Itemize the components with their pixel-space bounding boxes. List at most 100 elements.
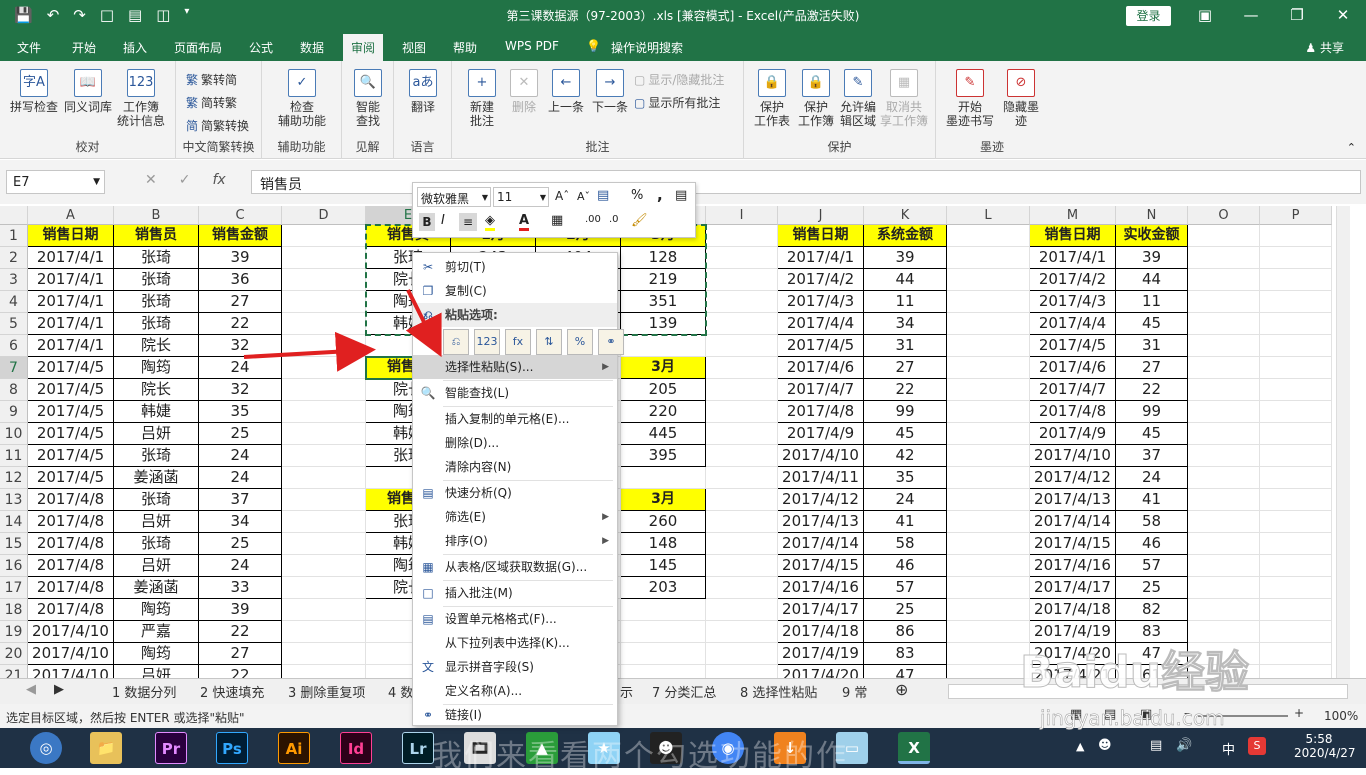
- grid-cell[interactable]: [282, 555, 366, 577]
- login-button[interactable]: 登录: [1126, 6, 1171, 26]
- table-cell[interactable]: 2017/4/10: [28, 643, 114, 665]
- table-cell[interactable]: 205: [621, 379, 706, 401]
- menu-item-cut[interactable]: ✂ 剪切(T): [413, 255, 617, 279]
- paste-formulas-icon[interactable]: fx: [505, 329, 531, 355]
- ribbon-display-icon[interactable]: ▣: [1182, 0, 1228, 32]
- table-cell[interactable]: 58: [1116, 511, 1188, 533]
- grid-cell[interactable]: [282, 489, 366, 511]
- grid-cell[interactable]: [282, 225, 366, 247]
- grid-cell[interactable]: [282, 313, 366, 335]
- table-cell[interactable]: 34: [199, 511, 282, 533]
- sheet-tab[interactable]: 4 数: [388, 682, 413, 701]
- table-cell[interactable]: 销售日期: [778, 225, 864, 247]
- table-cell[interactable]: 22: [199, 621, 282, 643]
- grid-cell[interactable]: [1260, 599, 1332, 621]
- table-cell[interactable]: 2017/4/5: [28, 467, 114, 489]
- table-cell[interactable]: 46: [1116, 533, 1188, 555]
- table-cell[interactable]: 260: [621, 511, 706, 533]
- grid-cell[interactable]: [706, 247, 778, 269]
- zoom-in-icon[interactable]: +: [1294, 706, 1304, 720]
- hide-ink-button[interactable]: ⊘ 隐藏墨迹: [998, 69, 1044, 128]
- tray-qq-icon[interactable]: ☻: [1098, 738, 1112, 753]
- grid-cell[interactable]: [1260, 621, 1332, 643]
- grid-cell[interactable]: [1188, 247, 1260, 269]
- grid-cell[interactable]: [1188, 335, 1260, 357]
- table-cell[interactable]: 张琦: [114, 269, 199, 291]
- menu-item-from-table[interactable]: ▦ 从表格/区域获取数据(G)...: [413, 555, 617, 579]
- table-cell[interactable]: 27: [199, 291, 282, 313]
- tab-file[interactable]: 文件: [17, 39, 41, 56]
- menu-item-pick-list[interactable]: 从下拉列表中选择(K)...: [413, 631, 617, 655]
- sheet-tab[interactable]: 3 删除重复项: [288, 682, 365, 701]
- grid-cell[interactable]: [1260, 269, 1332, 291]
- premiere-icon[interactable]: Pr: [155, 732, 187, 764]
- table-cell[interactable]: 32: [199, 335, 282, 357]
- row-header[interactable]: 6: [0, 335, 28, 357]
- table-cell[interactable]: 2017/4/4: [778, 313, 864, 335]
- table-cell[interactable]: 2017/4/20: [1030, 643, 1116, 665]
- redo-icon[interactable]: ↷: [73, 6, 86, 24]
- grid-cell[interactable]: [1188, 423, 1260, 445]
- show-all-comments-button[interactable]: ▢ 显示所有批注: [634, 94, 720, 111]
- grid-cell[interactable]: [1260, 533, 1332, 555]
- grid-cell[interactable]: [706, 225, 778, 247]
- download-icon[interactable]: ↓: [774, 732, 806, 764]
- table-cell[interactable]: 张琦: [114, 533, 199, 555]
- table-cell[interactable]: 24: [199, 357, 282, 379]
- row-header[interactable]: 16: [0, 555, 28, 577]
- table-cell[interactable]: 27: [199, 643, 282, 665]
- grid-cell[interactable]: [706, 533, 778, 555]
- volume-icon[interactable]: 🔊: [1176, 738, 1192, 753]
- grid-cell[interactable]: [706, 489, 778, 511]
- undo-icon[interactable]: ↶: [47, 6, 60, 24]
- excel-icon[interactable]: X: [898, 732, 930, 764]
- table-cell[interactable]: 吕妍: [114, 423, 199, 445]
- zoom-out-icon[interactable]: –: [1184, 706, 1190, 720]
- menu-item-paste-special[interactable]: 选择性粘贴(S)... ▶: [413, 355, 617, 379]
- table-cell[interactable]: 销售日期: [1030, 225, 1116, 247]
- grid-cell[interactable]: [621, 643, 706, 665]
- row-header[interactable]: 7: [0, 357, 28, 379]
- grid-cell[interactable]: [621, 621, 706, 643]
- table-cell[interactable]: 吕妍: [114, 555, 199, 577]
- grid-cell[interactable]: [706, 313, 778, 335]
- table-cell[interactable]: 395: [621, 445, 706, 467]
- table-cell[interactable]: 27: [1116, 357, 1188, 379]
- table-cell[interactable]: 2017/4/5: [778, 335, 864, 357]
- smart-lookup-button[interactable]: 🔍 智能 查找: [348, 69, 388, 128]
- table-cell[interactable]: 22: [199, 665, 282, 678]
- horizontal-scrollbar[interactable]: [948, 684, 1348, 699]
- table-cell[interactable]: 2017/4/12: [778, 489, 864, 511]
- table-cell[interactable]: 2017/4/5: [28, 445, 114, 467]
- grid-cell[interactable]: [947, 467, 1030, 489]
- table-cell[interactable]: 2017/4/7: [778, 379, 864, 401]
- menu-item-link[interactable]: ⚭ 链接(I): [413, 703, 617, 727]
- grid-cell[interactable]: [1260, 489, 1332, 511]
- table-cell[interactable]: 45: [864, 423, 947, 445]
- grid-cell[interactable]: [706, 269, 778, 291]
- grid-cell[interactable]: [282, 533, 366, 555]
- table-cell[interactable]: 系统金额: [864, 225, 947, 247]
- chrome-icon[interactable]: ◉: [712, 732, 744, 764]
- table-cell[interactable]: 22: [1116, 379, 1188, 401]
- table-cell[interactable]: 57: [1116, 555, 1188, 577]
- tab-insert[interactable]: 插入: [123, 39, 147, 56]
- row-header[interactable]: 9: [0, 401, 28, 423]
- table-cell[interactable]: 2017/4/8: [1030, 401, 1116, 423]
- column-header[interactable]: M: [1030, 206, 1116, 225]
- qq-icon[interactable]: ☻: [650, 732, 682, 764]
- table-cell[interactable]: 37: [1116, 445, 1188, 467]
- font-name-select[interactable]: 微软雅黑 ▼: [417, 187, 491, 207]
- grid-cell[interactable]: [1260, 643, 1332, 665]
- grid-cell[interactable]: [947, 599, 1030, 621]
- table-cell[interactable]: 22: [199, 313, 282, 335]
- paste-transpose-icon[interactable]: ⇅: [536, 329, 562, 355]
- table-cell[interactable]: 2017/4/8: [778, 401, 864, 423]
- grid-cell[interactable]: [1188, 401, 1260, 423]
- table-cell[interactable]: 张琦: [114, 313, 199, 335]
- menu-item-sort[interactable]: 排序(O) ▶: [413, 529, 617, 553]
- spelling-button[interactable]: 字A 拼写检查: [8, 69, 60, 114]
- print-preview-icon[interactable]: ▤: [128, 6, 142, 24]
- table-cell[interactable]: 2017/4/8: [28, 577, 114, 599]
- grid-cell[interactable]: [1188, 357, 1260, 379]
